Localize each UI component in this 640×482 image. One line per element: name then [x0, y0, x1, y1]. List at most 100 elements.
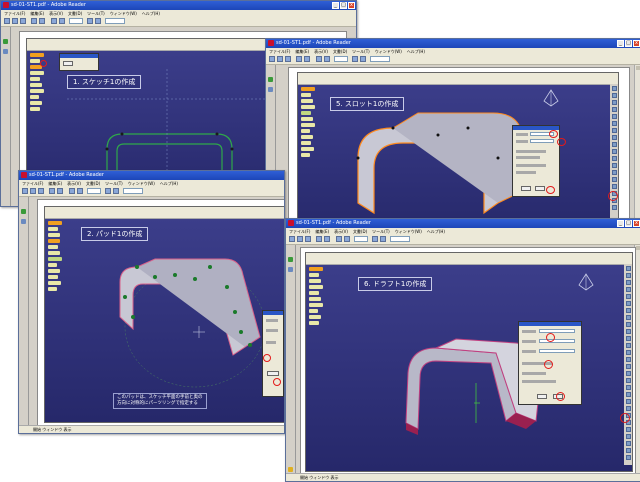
pages-icon[interactable] [3, 49, 8, 54]
menu-window[interactable]: ウィンドウ(W) [128, 180, 155, 187]
zoom-in-icon[interactable] [380, 236, 386, 242]
select-tool-icon[interactable] [324, 236, 330, 242]
select-tool-icon[interactable] [39, 18, 45, 24]
menu-view[interactable]: 表示(V) [334, 228, 348, 235]
menu-view[interactable]: 表示(V) [49, 10, 63, 17]
menu-tools[interactable]: ツール(T) [372, 228, 390, 235]
prev-page-icon[interactable] [69, 188, 75, 194]
email-icon[interactable] [305, 236, 311, 242]
title-bar[interactable]: sd-01-ST1.pdf - Adobe Reader _ □ x [266, 39, 640, 48]
pages-icon[interactable] [288, 267, 293, 272]
menu-help[interactable]: ヘルプ(H) [407, 48, 425, 55]
print-icon[interactable] [12, 18, 18, 24]
bookmarks-icon[interactable] [3, 39, 8, 44]
maximize-button[interactable]: □ [340, 2, 347, 9]
zoom-level-select[interactable] [390, 236, 410, 242]
menu-file[interactable]: ファイル(F) [22, 180, 43, 187]
email-icon[interactable] [20, 18, 26, 24]
title-bar[interactable]: sd-01-ST1.pdf - Adobe Reader _ □ x [1, 1, 356, 10]
page-number-input[interactable] [354, 236, 368, 242]
zoom-in-icon[interactable] [95, 18, 101, 24]
menu-tools[interactable]: ツール(T) [352, 48, 370, 55]
prev-page-icon[interactable] [316, 56, 322, 62]
page-number-input[interactable] [87, 188, 101, 194]
zoom-in-icon[interactable] [360, 56, 366, 62]
menu-tools[interactable]: ツール(T) [87, 10, 105, 17]
save-icon[interactable] [269, 56, 275, 62]
menu-tools[interactable]: ツール(T) [105, 180, 123, 187]
minimize-button[interactable]: _ [617, 220, 624, 227]
menu-window[interactable]: ウィンドウ(W) [110, 10, 137, 17]
reader-window-2[interactable]: sd-01-ST1.pdf - Adobe Reader _ □ x ファイル(… [265, 38, 640, 235]
reader-window-3[interactable]: sd-01-ST1.pdf - Adobe Reader ファイル(F) 編集(… [18, 170, 285, 434]
menu-file[interactable]: ファイル(F) [269, 48, 290, 55]
minimize-button[interactable]: _ [617, 40, 624, 47]
bookmarks-icon[interactable] [268, 77, 273, 82]
save-icon[interactable] [4, 18, 10, 24]
bookmarks-icon[interactable] [21, 209, 26, 214]
menu-edit[interactable]: 編集(E) [315, 228, 329, 235]
zoom-level-select[interactable] [123, 188, 143, 194]
vertical-scrollbar[interactable] [634, 65, 640, 234]
ok-button[interactable] [537, 394, 547, 399]
title-bar[interactable]: sd-01-ST1.pdf - Adobe Reader [19, 171, 284, 180]
cancel-button[interactable] [535, 186, 545, 191]
menu-window[interactable]: ウィンドウ(W) [395, 228, 422, 235]
hand-tool-icon[interactable] [316, 236, 322, 242]
print-icon[interactable] [30, 188, 36, 194]
attachment-icon[interactable] [288, 467, 293, 472]
menu-window[interactable]: ウィンドウ(W) [375, 48, 402, 55]
save-icon[interactable] [289, 236, 295, 242]
page-number-input[interactable] [69, 18, 83, 24]
menu-document[interactable]: 文書(D) [333, 48, 347, 55]
hand-tool-icon[interactable] [296, 56, 302, 62]
email-icon[interactable] [285, 56, 291, 62]
menu-help[interactable]: ヘルプ(H) [160, 180, 178, 187]
ok-button[interactable] [521, 186, 531, 191]
maximize-button[interactable]: □ [625, 220, 632, 227]
menu-edit[interactable]: 編集(E) [30, 10, 44, 17]
next-page-icon[interactable] [324, 56, 330, 62]
print-icon[interactable] [297, 236, 303, 242]
prev-page-icon[interactable] [336, 236, 342, 242]
pages-icon[interactable] [21, 219, 26, 224]
close-button[interactable]: x [633, 40, 640, 47]
ok-button[interactable] [267, 371, 279, 376]
hand-tool-icon[interactable] [49, 188, 55, 194]
center-curve-field[interactable] [530, 139, 554, 143]
menu-file[interactable]: ファイル(F) [289, 228, 310, 235]
menu-edit[interactable]: 編集(E) [295, 48, 309, 55]
menu-file[interactable]: ファイル(F) [4, 10, 25, 17]
bookmarks-icon[interactable] [288, 257, 293, 262]
hand-tool-icon[interactable] [31, 18, 37, 24]
minimize-button[interactable]: _ [332, 2, 339, 9]
menu-document[interactable]: 文書(D) [86, 180, 100, 187]
zoom-out-icon[interactable] [87, 18, 93, 24]
menu-document[interactable]: 文書(D) [353, 228, 367, 235]
zoom-level-select[interactable] [105, 18, 125, 24]
zoom-out-icon[interactable] [372, 236, 378, 242]
menu-document[interactable]: 文書(D) [68, 10, 82, 17]
face-to-draft-field[interactable] [539, 339, 575, 343]
menu-edit[interactable]: 編集(E) [48, 180, 62, 187]
menu-view[interactable]: 表示(V) [67, 180, 81, 187]
page-number-input[interactable] [334, 56, 348, 62]
menu-help[interactable]: ヘルプ(H) [142, 10, 160, 17]
prev-page-icon[interactable] [51, 18, 57, 24]
next-page-icon[interactable] [77, 188, 83, 194]
title-bar[interactable]: sd-01-ST1.pdf - Adobe Reader _ □ x [286, 219, 640, 228]
angle-field[interactable] [539, 329, 575, 333]
email-icon[interactable] [38, 188, 44, 194]
menu-view[interactable]: 表示(V) [314, 48, 328, 55]
zoom-in-icon[interactable] [113, 188, 119, 194]
close-button[interactable]: x [348, 2, 355, 9]
next-page-icon[interactable] [59, 18, 65, 24]
menu-help[interactable]: ヘルプ(H) [427, 228, 445, 235]
pages-icon[interactable] [268, 87, 273, 92]
select-tool-icon[interactable] [304, 56, 310, 62]
next-page-icon[interactable] [344, 236, 350, 242]
zoom-out-icon[interactable] [105, 188, 111, 194]
neutral-element-field[interactable] [539, 349, 575, 353]
zoom-level-select[interactable] [370, 56, 390, 62]
close-button[interactable]: x [633, 220, 640, 227]
